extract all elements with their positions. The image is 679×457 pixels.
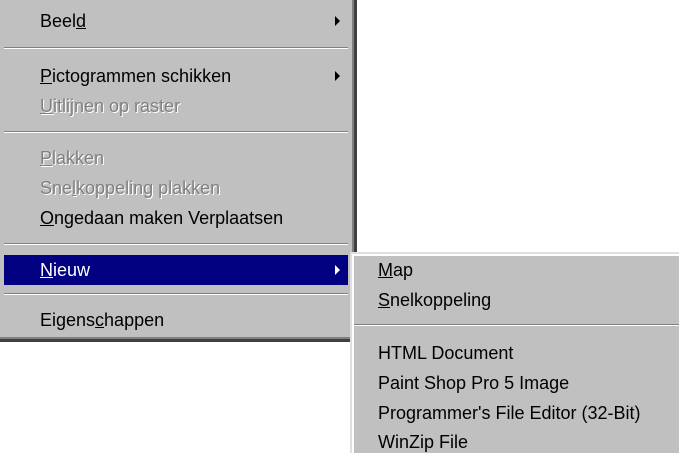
menu-separator [4, 293, 348, 295]
new-submenu: Map Snelkoppeling HTML Document Paint Sh… [350, 252, 679, 453]
menu-item-nieuw[interactable]: Nieuw [4, 255, 348, 285]
submenu-item-snelkoppeling[interactable]: Snelkoppeling [356, 285, 679, 315]
menu-separator [354, 324, 679, 326]
menu-item-uitlijnen-op-raster: Uitlijnen op raster [4, 91, 348, 121]
menu-item-label: itlijnen op raster [53, 96, 181, 116]
menu-separator [4, 243, 348, 245]
menu-item-label: happen [104, 310, 165, 330]
menu-item-pictogrammen-schikken[interactable]: Pictogrammen schikken [4, 61, 348, 91]
menu-item-snelkoppeling-plakken: Snelkoppeling plakken [4, 173, 348, 203]
menu-item-label: koppeling plakken [76, 178, 221, 198]
menu-item-eigenschappen[interactable]: Eigenschappen [4, 305, 348, 335]
menu-item-label: HTML Document [378, 343, 514, 363]
menu-item-beeld[interactable]: Beeld [4, 6, 348, 36]
accelerator-key: U [40, 96, 53, 116]
accelerator-key: S [378, 290, 391, 310]
submenu-item-html-document[interactable]: HTML Document [356, 338, 679, 368]
submenu-arrow-icon [335, 16, 340, 26]
menu-item-label: nelkoppeling [390, 290, 492, 310]
menu-item-label: ieuw [53, 260, 91, 280]
menu-separator [4, 47, 348, 49]
menu-item-label: lakken [52, 148, 105, 168]
menu-item-label: ictogrammen schikken [52, 66, 232, 86]
menu-item-label: ap [393, 260, 414, 280]
menu-separator [4, 131, 348, 133]
accelerator-key: O [40, 208, 55, 228]
submenu-item-paint-shop-pro-image[interactable]: Paint Shop Pro 5 Image [356, 368, 679, 398]
menu-item-label: ngedaan maken Verplaatsen [54, 208, 284, 228]
menu-item-ongedaan-maken[interactable]: Ongedaan maken Verplaatsen [4, 203, 348, 233]
menu-item-label: Beel [40, 11, 77, 31]
menu-item-label: Eigens [40, 310, 96, 330]
accelerator-key: c [95, 310, 105, 330]
submenu-item-programmers-file-editor[interactable]: Programmer's File Editor (32-Bit) [356, 398, 679, 428]
accelerator-key: P [40, 148, 53, 168]
menu-item-label: Programmer's File Editor (32-Bit) [378, 403, 641, 423]
accelerator-key: N [40, 260, 53, 280]
menu-item-label: Paint Shop Pro 5 Image [378, 373, 570, 393]
submenu-arrow-icon [335, 71, 340, 81]
accelerator-key: d [76, 11, 87, 31]
submenu-arrow-icon [335, 265, 340, 275]
accelerator-key: P [40, 66, 53, 86]
menu-item-label: Sne [40, 178, 73, 198]
desktop-context-menu: Beeld Pictogrammen schikken Uitlijnen op… [0, 0, 357, 342]
accelerator-key: M [378, 260, 393, 280]
submenu-item-map[interactable]: Map [356, 255, 679, 285]
menu-item-plakken: Plakken [4, 143, 348, 173]
